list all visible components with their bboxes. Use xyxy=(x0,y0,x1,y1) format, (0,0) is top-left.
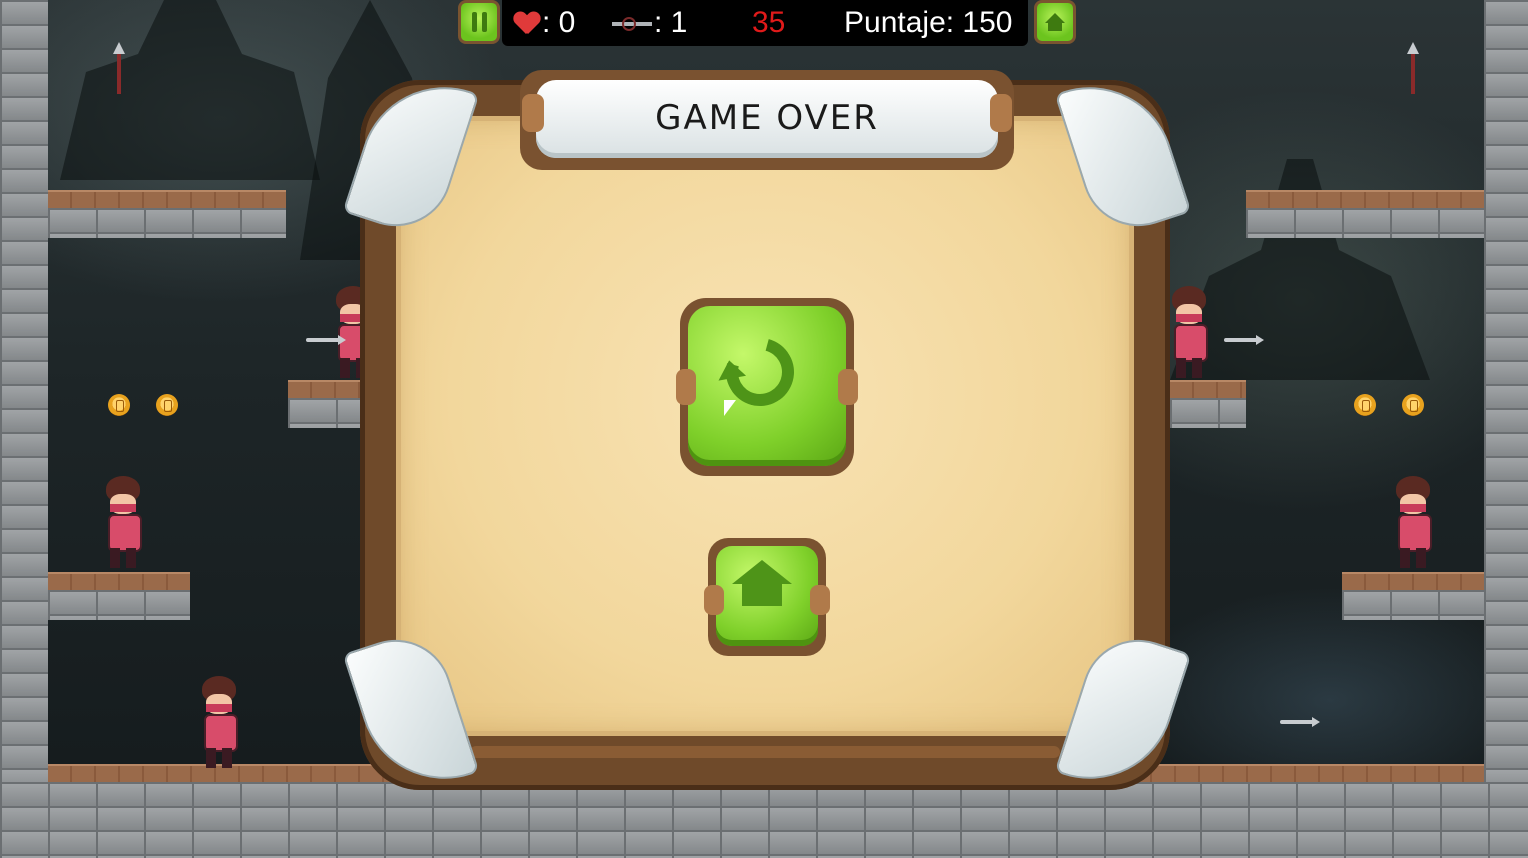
coin xyxy=(108,394,130,416)
background-castle xyxy=(60,0,320,180)
coin xyxy=(156,394,178,416)
enemy-ninja xyxy=(100,476,146,568)
kunai-projectile xyxy=(1280,717,1320,727)
player-ninja xyxy=(196,676,242,768)
button-clip xyxy=(704,585,724,616)
timer: 35 xyxy=(752,6,786,39)
title-banner: GAME OVER xyxy=(520,70,1014,170)
button-clip xyxy=(810,585,830,616)
coin xyxy=(1402,394,1424,416)
kunai-projectile xyxy=(1407,42,1419,94)
kunai-projectile xyxy=(1224,335,1264,345)
pause-icon xyxy=(472,12,477,32)
platform xyxy=(288,380,368,428)
platform xyxy=(1170,380,1246,428)
home-button[interactable] xyxy=(704,538,830,656)
game-over-dialog: GAME OVER xyxy=(342,65,1192,801)
kunai-icon xyxy=(612,17,652,31)
coin xyxy=(1354,394,1376,416)
kunai-projectile xyxy=(113,42,125,94)
home-icon xyxy=(1045,13,1065,31)
enemy-ninja xyxy=(1166,286,1212,378)
pause-button[interactable] xyxy=(458,0,500,44)
dialog-rim xyxy=(470,746,1060,758)
kunai-projectile xyxy=(306,335,346,345)
score: Puntaje: 150 xyxy=(844,6,1013,39)
home-icon xyxy=(732,560,792,606)
platform xyxy=(48,572,190,620)
lives-count: : 0 xyxy=(542,6,576,39)
button-clip xyxy=(838,369,858,406)
stone-wall-left xyxy=(0,0,48,858)
button-clip xyxy=(676,369,696,406)
home-hud-button[interactable] xyxy=(1034,0,1076,44)
mouse-cursor-icon xyxy=(724,400,736,416)
stone-wall-right xyxy=(1484,0,1528,858)
platform xyxy=(48,190,286,238)
retry-button[interactable] xyxy=(676,298,858,476)
pause-icon xyxy=(482,12,487,32)
platform xyxy=(1342,572,1484,620)
enemy-ninja xyxy=(1390,476,1436,568)
kunai-count: : 1 xyxy=(654,6,688,39)
dialog-title: GAME OVER xyxy=(655,98,879,138)
heart-icon xyxy=(514,12,540,36)
stone-floor xyxy=(0,782,1528,858)
platform xyxy=(1246,190,1484,238)
